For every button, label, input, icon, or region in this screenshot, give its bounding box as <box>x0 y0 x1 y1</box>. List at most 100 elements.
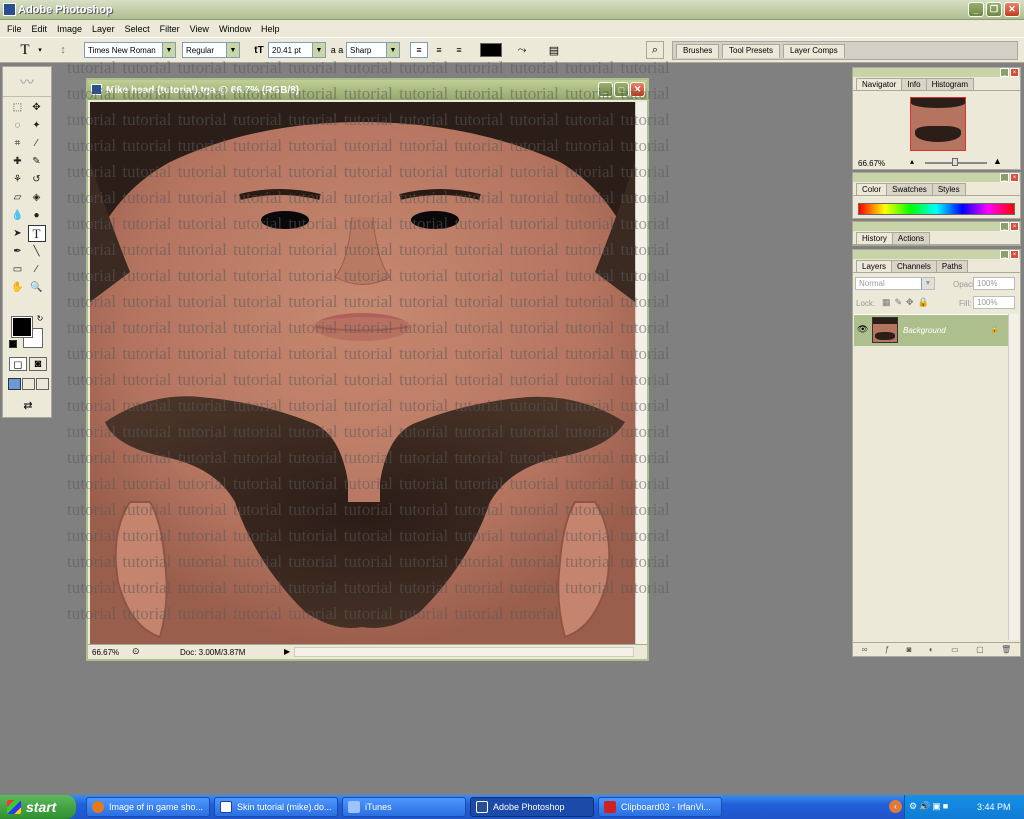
new-layer-icon[interactable]: ▢ <box>976 645 984 654</box>
image-canvas[interactable] <box>90 102 635 646</box>
menu-help[interactable]: Help <box>256 24 285 34</box>
tab-paths[interactable]: Paths <box>935 260 969 272</box>
tab-layer-comps[interactable]: Layer Comps <box>783 44 845 58</box>
layer-mask-icon[interactable]: ◙ <box>907 645 912 654</box>
text-orientation-icon[interactable]: ↕ <box>55 42 71 58</box>
text-color-swatch[interactable] <box>480 43 502 57</box>
full-screen-mode-icon[interactable] <box>36 378 49 390</box>
layer-row-background[interactable]: 👁 Background 🔒 <box>854 314 1009 346</box>
menu-edit[interactable]: Edit <box>27 24 53 34</box>
vertical-scrollbar[interactable] <box>635 102 647 646</box>
panel-minimize-button[interactable]: _ <box>1000 173 1009 182</box>
horizontal-scrollbar[interactable] <box>294 647 634 657</box>
magic-wand-tool-icon[interactable]: ✦ <box>28 117 46 134</box>
doc-close-button[interactable]: ✕ <box>630 82 645 97</box>
status-menu-icon[interactable]: ⊙ <box>132 646 140 657</box>
fill-field[interactable]: 100% <box>973 296 1015 309</box>
panel-close-button[interactable]: × <box>1010 68 1019 77</box>
menu-view[interactable]: View <box>185 24 214 34</box>
tab-color[interactable]: Color <box>856 183 888 195</box>
tab-swatches[interactable]: Swatches <box>886 183 933 195</box>
standard-mode-icon[interactable]: ◻ <box>9 357 27 371</box>
paint-bucket-tool-icon[interactable]: ◈ <box>28 189 46 206</box>
pen-tool-icon[interactable]: ✒ <box>9 243 27 260</box>
crop-tool-icon[interactable]: ⌗ <box>9 135 27 152</box>
zoom-in-icon[interactable]: ▲ <box>993 156 1002 166</box>
swap-colors-icon[interactable]: ↻ <box>35 313 45 323</box>
new-group-icon[interactable]: ▭ <box>951 645 959 654</box>
color-ramp[interactable] <box>858 203 1015 215</box>
notes-tool-icon[interactable]: ▭ <box>9 261 27 278</box>
slice-tool-icon[interactable]: ⁄ <box>28 135 46 152</box>
status-arrow-icon[interactable]: ▶ <box>284 647 290 656</box>
lock-options-icon[interactable]: ▦✎✥🔒 <box>882 297 933 308</box>
zoom-slider-thumb[interactable] <box>952 158 958 166</box>
type-tool-icon[interactable]: T <box>27 225 46 242</box>
dodge-tool-icon[interactable]: ● <box>28 207 46 224</box>
delete-layer-icon[interactable]: 🗑 <box>1001 645 1011 654</box>
link-layers-icon[interactable]: ∞ <box>862 645 868 654</box>
lasso-tool-icon[interactable]: ◌ <box>9 117 27 134</box>
default-colors-icon[interactable] <box>9 340 17 348</box>
clone-stamp-tool-icon[interactable]: ⚘ <box>9 171 27 188</box>
quick-mask-mode-icon[interactable]: ◙ <box>29 357 47 371</box>
menu-image[interactable]: Image <box>52 24 87 34</box>
taskbar-button-irfanview[interactable]: Clipboard03 - IrfanVi... <box>598 797 722 817</box>
panel-close-button[interactable]: × <box>1010 250 1019 259</box>
navigator-thumbnail[interactable] <box>910 97 966 151</box>
tray-expand-icon[interactable]: ‹ <box>889 800 902 813</box>
tab-history[interactable]: History <box>856 232 893 244</box>
tab-brushes[interactable]: Brushes <box>676 44 720 58</box>
feather-logo-icon[interactable]: 〰 <box>3 67 51 97</box>
font-style-select[interactable]: Regular ▼ <box>182 42 240 58</box>
tab-info[interactable]: Info <box>901 78 927 90</box>
preset-chevron-down-icon[interactable]: ▾ <box>36 44 44 56</box>
restore-button[interactable]: ❐ <box>986 2 1002 17</box>
tab-actions[interactable]: Actions <box>891 232 931 244</box>
blend-mode-select[interactable]: Normal ▼ <box>855 277 935 290</box>
tray-icons[interactable]: ⚙🔊▣■ <box>909 801 950 812</box>
font-family-select[interactable]: Times New Roman ▼ <box>84 42 176 58</box>
taskbar-button-word[interactable]: Skin tutorial (mike).do... <box>214 797 338 817</box>
line-tool-icon[interactable]: ╲ <box>28 243 46 260</box>
panel-close-button[interactable]: × <box>1010 222 1019 231</box>
tab-channels[interactable]: Channels <box>891 260 937 272</box>
zoom-level[interactable]: 66.67% <box>92 648 119 657</box>
panel-close-button[interactable]: × <box>1010 173 1019 182</box>
layer-style-icon[interactable]: ƒ <box>885 645 889 654</box>
adjustment-layer-icon[interactable]: ◐ <box>929 645 934 654</box>
tab-tool-presets[interactable]: Tool Presets <box>722 44 781 58</box>
start-button[interactable]: start <box>0 795 76 819</box>
align-right-icon[interactable]: ≡ <box>450 42 468 58</box>
character-palette-icon[interactable]: ▤ <box>546 42 562 58</box>
menu-filter[interactable]: Filter <box>155 24 185 34</box>
menu-window[interactable]: Window <box>214 24 256 34</box>
panel-minimize-button[interactable]: _ <box>1000 250 1009 259</box>
menu-file[interactable]: File <box>2 24 27 34</box>
brush-tool-icon[interactable]: ✎ <box>28 153 46 170</box>
zoom-out-icon[interactable]: ▴ <box>910 157 914 166</box>
anti-alias-select[interactable]: Sharp ▼ <box>346 42 400 58</box>
zoom-tool-icon[interactable]: 🔍 <box>28 279 46 296</box>
minimize-button[interactable]: _ <box>968 2 984 17</box>
taskbar-button-firefox[interactable]: Image of in game sho... <box>86 797 210 817</box>
healing-brush-tool-icon[interactable]: ✚ <box>9 153 27 170</box>
blur-tool-icon[interactable]: 💧 <box>9 207 27 224</box>
navigator-zoom-value[interactable]: 66.67% <box>858 159 885 168</box>
close-button[interactable]: ✕ <box>1004 2 1020 17</box>
eye-visibility-icon[interactable]: 👁 <box>857 324 868 335</box>
font-size-select[interactable]: 20.41 pt ▼ <box>268 42 326 58</box>
opacity-field[interactable]: 100% <box>973 277 1015 290</box>
doc-maximize-button[interactable]: □ <box>614 82 629 97</box>
layers-scrollbar[interactable] <box>1008 314 1019 640</box>
doc-minimize-button[interactable]: _ <box>598 82 613 97</box>
taskbar-button-itunes[interactable]: iTunes <box>342 797 466 817</box>
eyedropper-tool-icon[interactable]: ⁄ <box>28 261 46 278</box>
path-selection-tool-icon[interactable]: ➤ <box>9 225 27 242</box>
jump-to-imageready-icon[interactable]: ⇄ <box>11 397 45 413</box>
align-left-icon[interactable]: ≡ <box>410 42 428 58</box>
standard-screen-mode-icon[interactable] <box>8 378 21 390</box>
panel-minimize-button[interactable]: _ <box>1000 222 1009 231</box>
foreground-color-swatch[interactable] <box>11 316 33 338</box>
tab-histogram[interactable]: Histogram <box>925 78 975 90</box>
